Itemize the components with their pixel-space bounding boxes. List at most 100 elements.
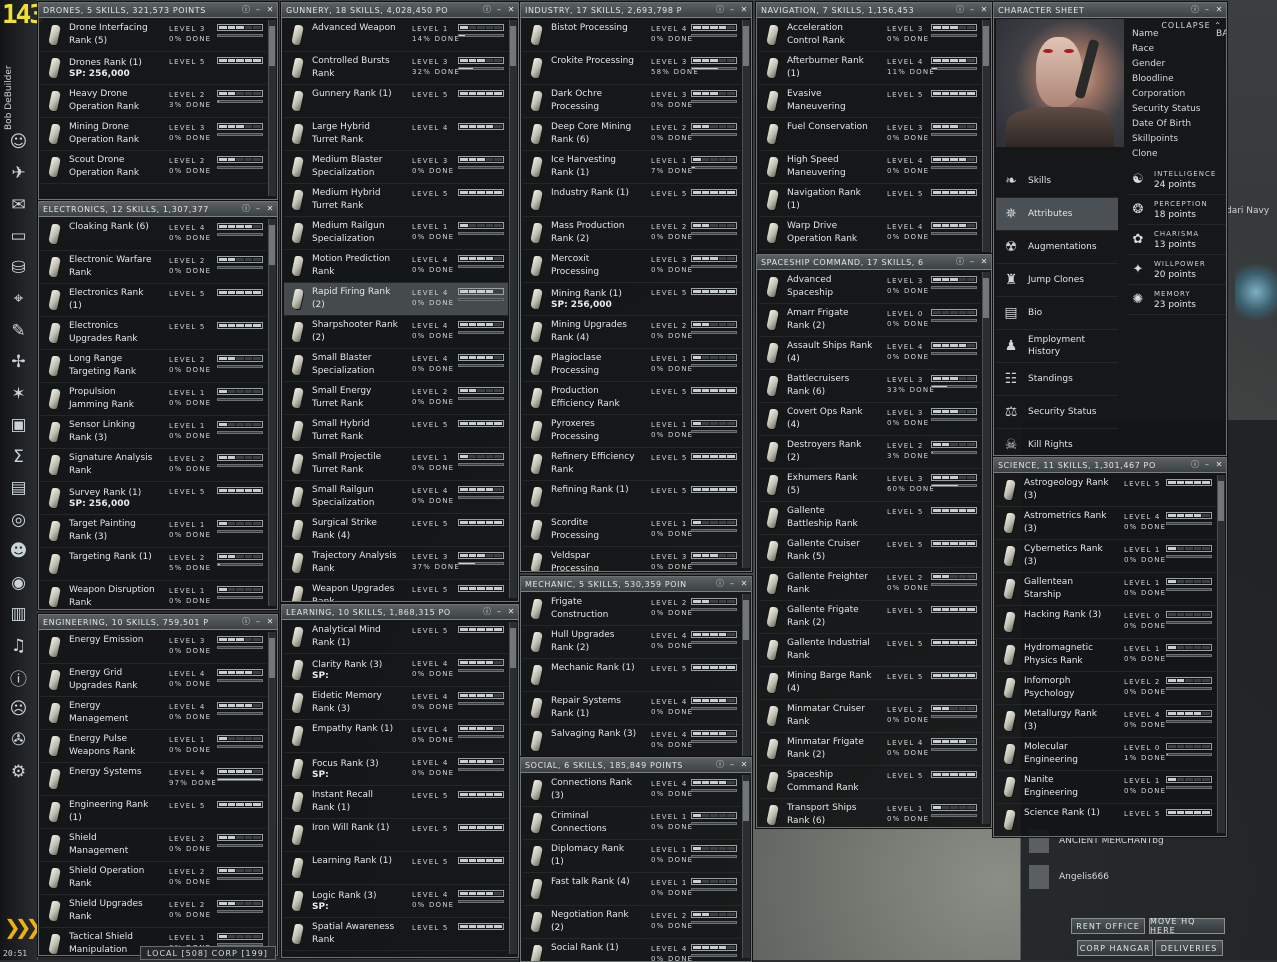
skill-row[interactable]: Medium Railgun Specialization LEVEL 1 0% D… (284, 217, 508, 250)
skill-row[interactable]: Bistot Processing LEVEL 4 0% DONE (523, 19, 741, 52)
skill-row[interactable]: Mining Rank (1) SP: 256,000 LEVEL 5 (523, 283, 741, 316)
skill-row[interactable]: Gunnery Rank (1) LEVEL 5 (284, 85, 508, 118)
window-header[interactable]: LEARNING, 10 SKILLS, 1,868,315 PO ⓘ – ✕ (282, 605, 518, 620)
skill-row[interactable]: Targeting Rank (1) LEVEL 2 5% DONE (41, 548, 267, 581)
skill-row[interactable]: Minmatar Frigate Rank (2) LEVEL 4 0% DONE (759, 733, 981, 766)
info-icon[interactable]: ⓘ (241, 617, 251, 627)
menu-item-augmentations[interactable]: ☢ Augmentations (996, 231, 1118, 264)
skill-row[interactable]: Mercoxit Processing LEVEL 3 0% DONE (523, 250, 741, 283)
menu-item-standings[interactable]: ☷ Standings (996, 363, 1118, 396)
skill-row[interactable]: Assault Ships Rank (4) LEVEL 4 0% DONE (759, 337, 981, 370)
skill-row[interactable]: Weapon Upgrades Rank LEVEL 5 (284, 580, 508, 601)
scrollbar-thumb[interactable] (269, 26, 275, 66)
info-icon[interactable]: ⓘ (482, 5, 492, 15)
scrollbar-thumb[interactable] (983, 26, 989, 66)
minimize-icon[interactable]: – (1202, 460, 1212, 470)
journal-icon[interactable]: ◉ (5, 569, 32, 596)
skill-row[interactable]: Iron Will Rank (1) LEVEL 5 (284, 819, 508, 852)
minimize-icon[interactable]: – (727, 760, 737, 770)
skill-row[interactable]: Scordite Processing LEVEL 1 0% DONE (523, 514, 741, 547)
character-sheet-window[interactable]: CHARACTER SHEET ⓘ – ✕ COLLAPSE ⌃ Name Rac… (993, 2, 1227, 456)
skill-window-engineering[interactable]: ENGINEERING, 10 SKILLS, 759,501 P ⓘ – ✕ Ener… (38, 614, 278, 956)
skill-row[interactable]: Gallente Cruiser Rank (5) LEVEL 5 (759, 535, 981, 568)
skill-row[interactable]: Negotiation Rank (2) LEVEL 2 0% DONE (523, 906, 741, 939)
info-icon[interactable]: ⓘ (955, 257, 965, 267)
skill-row[interactable]: Destroyers Rank (2) LEVEL 2 3% DONE (759, 436, 981, 469)
skill-row[interactable]: Spatial Awareness Rank LEVEL 5 (284, 918, 508, 951)
skill-row[interactable]: Refinery Efficiency Rank LEVEL 5 (523, 448, 741, 481)
skill-window-electronics[interactable]: ELECTRONICS, 12 SKILLS, 1,307,377 ⓘ – ✕ Cloa… (38, 201, 278, 610)
close-icon[interactable]: ✕ (739, 5, 749, 15)
skill-row[interactable]: Warp Drive Operation Rank LEVEL 4 0% DONE (759, 217, 981, 250)
skill-row[interactable]: Covert Ops Rank (4) LEVEL 3 0% DONE (759, 403, 981, 436)
corp-hangar-button[interactable]: CORP HANGAR (1077, 940, 1153, 956)
skill-window-science[interactable]: SCIENCE, 11 SKILLS, 1,301,467 PO ⓘ – ✕ Astro… (993, 457, 1227, 837)
corp-office-entry[interactable]: Angelis666 (1023, 861, 1109, 893)
window-header[interactable]: SCIENCE, 11 SKILLS, 1,301,467 PO ⓘ – ✕ (994, 458, 1226, 473)
skill-row[interactable]: Small Energy Turret Rank LEVEL 2 0% DONE (284, 382, 508, 415)
skill-row[interactable]: Exhumers Rank (5) LEVEL 3 60% DONE (759, 469, 981, 502)
local-chat-tab[interactable]: LOCAL [508] CORP [199] (140, 946, 276, 960)
skill-row[interactable]: Surgical Strike Rank (4) LEVEL 5 (284, 514, 508, 547)
skill-row[interactable]: Criminal Connections LEVEL 1 0% DONE (523, 807, 741, 840)
skill-row[interactable]: Gallente Freighter Rank LEVEL 2 0% DONE (759, 568, 981, 601)
menu-item-bio[interactable]: ▤ Bio (996, 297, 1118, 330)
skill-row[interactable]: Fuel Conservation LEVEL 3 0% DONE (759, 118, 981, 151)
scrollbar-thumb[interactable] (983, 278, 989, 318)
scrollbar-thumb[interactable] (743, 26, 749, 66)
skill-row[interactable]: Motion Prediction Rank LEVEL 4 0% DONE (284, 250, 508, 283)
skill-row[interactable]: Weapon Disruption Rank LEVEL 1 0% DONE (41, 581, 267, 609)
skill-window-spaceship-command[interactable]: SPACESHIP COMMAND, 17 SKILLS, 6 ⓘ – ✕ Advanc… (756, 254, 992, 828)
scrollbar[interactable] (268, 219, 276, 606)
skill-row[interactable]: Diplomacy Rank (1) LEVEL 1 0% DONE (523, 840, 741, 873)
skill-row[interactable]: Science Rank (1) LEVEL 5 (996, 804, 1216, 836)
scrollbar-thumb[interactable] (269, 638, 275, 678)
close-icon[interactable]: ✕ (265, 5, 275, 15)
skill-row[interactable]: Long Range Targeting Rank LEVEL 2 0% DONE (41, 350, 267, 383)
skill-row[interactable]: Minmatar Cruiser Rank LEVEL 2 0% DONE (759, 700, 981, 733)
skill-row[interactable]: Trajectory Analysis Rank LEVEL 3 37% DONE (284, 547, 508, 580)
skill-row[interactable]: Small Railgun Specialization LEVEL 4 0% DO… (284, 481, 508, 514)
skill-row[interactable]: Energy Systems LEVEL 4 97% DONE (41, 763, 267, 796)
skill-row[interactable]: Navigation Rank (1) LEVEL 5 (759, 184, 981, 217)
skill-window-social[interactable]: SOCIAL, 6 SKILLS, 185,849 POINTS ⓘ – ✕ Conne… (520, 757, 752, 962)
skill-row[interactable]: Social Rank (1) LEVEL 4 0% DONE (523, 939, 741, 961)
skill-row[interactable]: Production Efficiency Rank LEVEL 5 (523, 382, 741, 415)
market-icon[interactable]: ⛁ (5, 254, 32, 281)
scrollbar[interactable] (1217, 475, 1225, 833)
scrollbar-thumb[interactable] (1218, 481, 1224, 521)
info-icon[interactable]: ⓘ (482, 607, 492, 617)
minimize-icon[interactable]: – (253, 5, 263, 15)
skill-row[interactable]: Medium Hybrid Turret Rank LEVEL 5 (284, 184, 508, 217)
skill-row[interactable]: Cloaking Rank (6) LEVEL 4 0% DONE (41, 218, 267, 251)
skill-row[interactable]: Nanite Engineering LEVEL 1 0% DONE (996, 771, 1216, 804)
skill-row[interactable]: Energy Emission LEVEL 3 0% DONE (41, 631, 267, 664)
info-icon[interactable]: ⓘ (715, 579, 725, 589)
skill-row[interactable]: Veldspar Processing LEVEL 3 0% DONE (523, 547, 741, 571)
scrollbar[interactable] (509, 20, 517, 598)
skill-row[interactable]: Battlecruisers Rank (6) LEVEL 3 33% DONE (759, 370, 981, 403)
skill-row[interactable]: Mechanic Rank (1) LEVEL 5 (523, 659, 741, 692)
window-header[interactable]: SPACESHIP COMMAND, 17 SKILLS, 6 ⓘ – ✕ (757, 255, 991, 270)
minimize-icon[interactable]: – (967, 5, 977, 15)
minimize-icon[interactable]: – (727, 5, 737, 15)
minimize-icon[interactable]: – (494, 5, 504, 15)
assets-icon[interactable]: ▥ (5, 601, 32, 628)
scrollbar[interactable] (742, 594, 750, 756)
skill-row[interactable]: Drone Interfacing Rank (5) LEVEL 3 0% DONE (41, 19, 267, 52)
skill-row[interactable]: Learning Rank (1) LEVEL 5 (284, 852, 508, 885)
contracts-icon[interactable]: ✎ (5, 317, 32, 344)
science-icon[interactable]: Ʃ (5, 443, 32, 470)
scrollbar-thumb[interactable] (269, 225, 275, 265)
skill-row[interactable]: Rapid Firing Rank (2) LEVEL 4 0% DONE (284, 283, 508, 316)
skill-row[interactable]: Pyroxeres Processing LEVEL 1 0% DONE (523, 415, 741, 448)
minimize-icon[interactable]: – (1202, 5, 1212, 15)
scrollbar[interactable] (982, 20, 990, 252)
skill-window-learning[interactable]: LEARNING, 10 SKILLS, 1,868,315 PO ⓘ – ✕ Anal… (281, 604, 519, 958)
skill-row[interactable]: Eidetic Memory Rank (3) LEVEL 4 0% DONE (284, 687, 508, 720)
skill-row[interactable]: Electronic Warfare Rank LEVEL 2 0% DONE (41, 251, 267, 284)
info-icon[interactable]: ⓘ (241, 5, 251, 15)
skill-row[interactable]: Molecular Engineering LEVEL 0 1% DONE (996, 738, 1216, 771)
skill-row[interactable]: Acceleration Control Rank LEVEL 3 0% DONE (759, 19, 981, 52)
character-icon[interactable]: ☺ (5, 128, 32, 155)
